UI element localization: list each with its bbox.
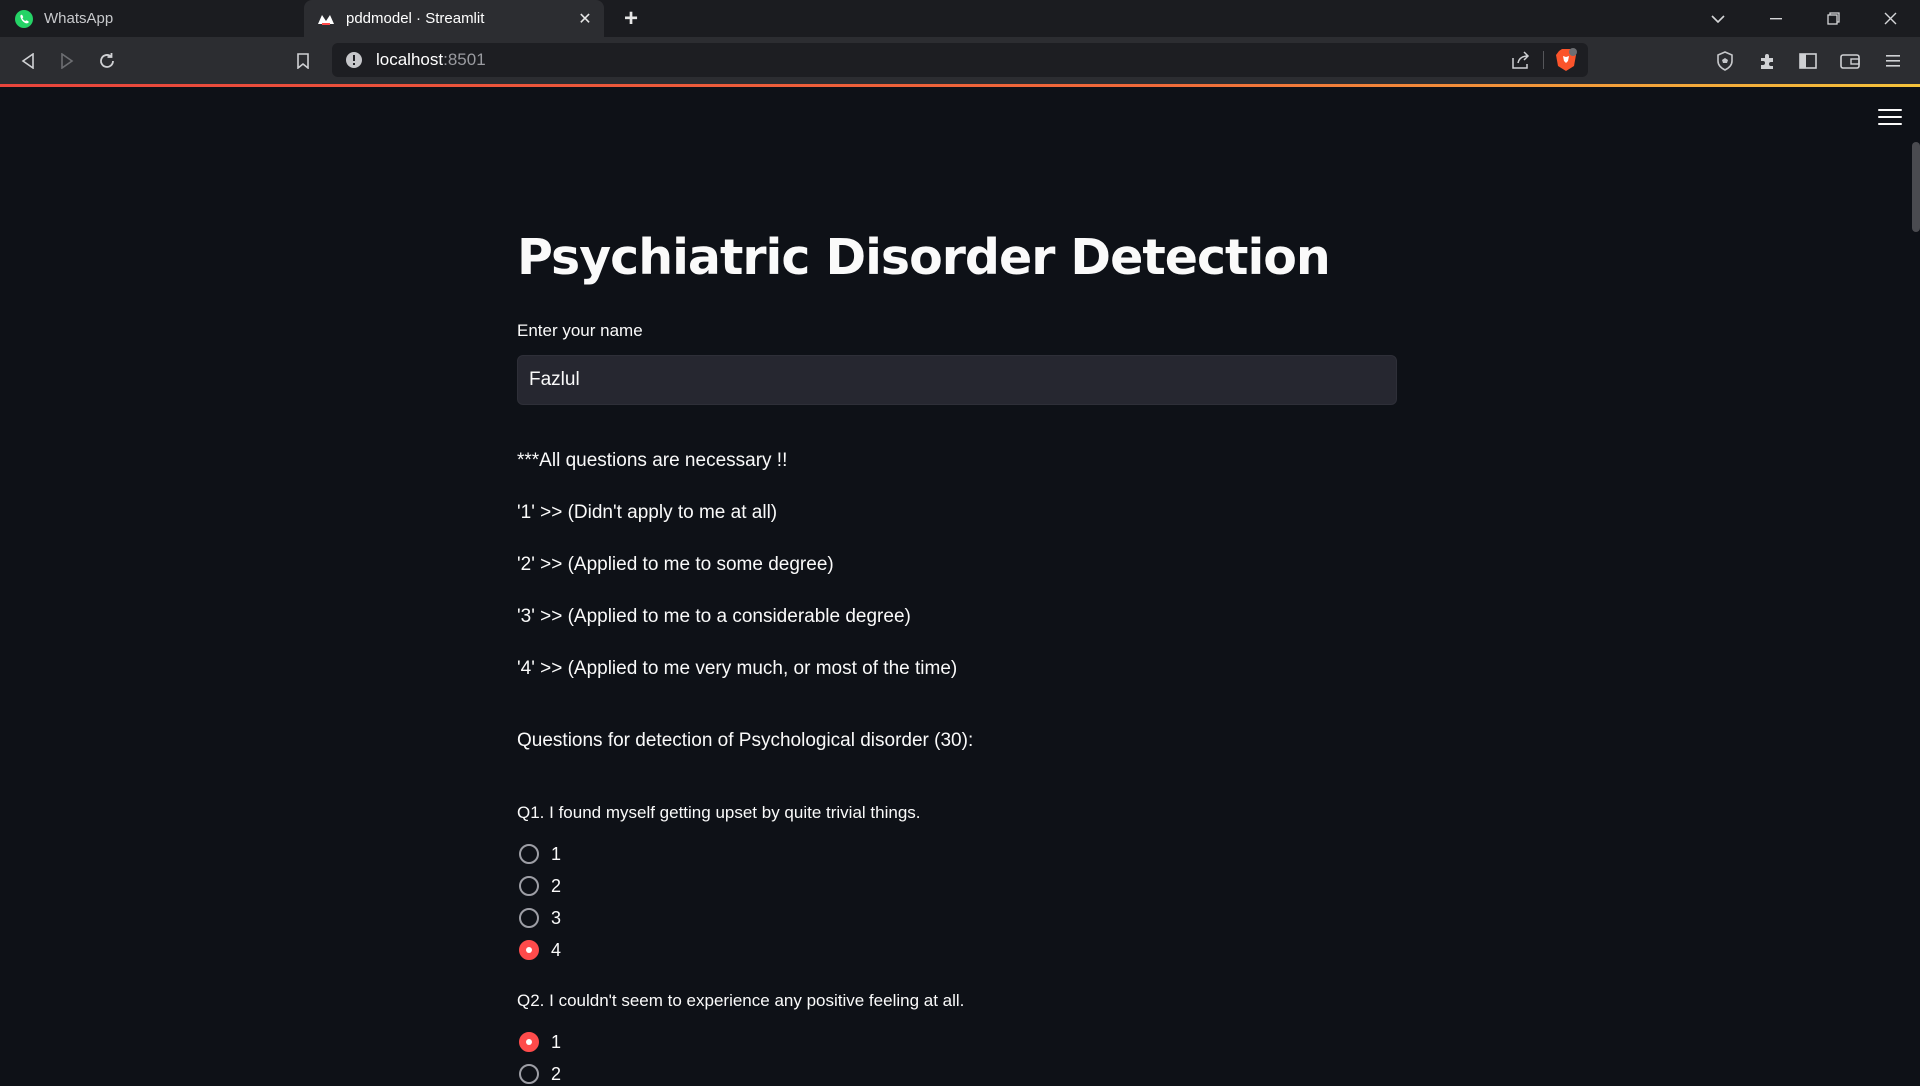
share-icon[interactable] <box>1510 49 1532 71</box>
info-icon[interactable] <box>344 50 364 70</box>
address-bar[interactable]: localhost:8501 <box>332 43 1588 77</box>
scale-note-3: '3' >> (Applied to me to a considerable … <box>517 606 911 627</box>
q1-option-4[interactable]: 4 <box>519 938 561 962</box>
scale-note-2: '2' >> (Applied to me to some degree) <box>517 554 834 575</box>
browser-window: WhatsApp pddmodel · Streamlit ✕ + localh… <box>0 0 1920 1084</box>
sidebar-icon[interactable] <box>1793 46 1823 76</box>
radio-button[interactable] <box>519 908 539 928</box>
question-2: Q2. I couldn't seem to experience any po… <box>517 991 965 1010</box>
minimize-icon[interactable] <box>1748 0 1804 37</box>
tab-whatsapp[interactable]: WhatsApp <box>0 0 300 37</box>
q2-option-2[interactable]: 2 <box>519 1062 561 1086</box>
tab-strip: WhatsApp pddmodel · Streamlit ✕ + <box>0 0 1920 37</box>
whatsapp-icon <box>14 9 34 29</box>
name-input[interactable] <box>517 355 1397 405</box>
q1-option-1[interactable]: 1 <box>519 842 561 866</box>
hamburger-menu-icon[interactable] <box>1878 107 1902 127</box>
option-label: 3 <box>551 907 562 928</box>
scale-note-1: '1' >> (Didn't apply to me at all) <box>517 502 778 523</box>
question-1: Q1. I found myself getting upset by quit… <box>517 803 921 822</box>
url-host: localhost <box>376 50 444 69</box>
forward-icon[interactable] <box>52 46 82 76</box>
tab-title: pddmodel · Streamlit <box>346 10 485 27</box>
option-label: 1 <box>551 843 562 864</box>
restore-icon[interactable] <box>1805 0 1861 37</box>
option-label: 2 <box>551 1063 562 1084</box>
url-port: :8501 <box>443 50 486 69</box>
page-title: Psychiatric Disorder Detection <box>517 229 1331 286</box>
note-required: ***All questions are necessary !! <box>517 450 788 471</box>
option-label: 4 <box>551 939 562 960</box>
back-icon[interactable] <box>13 46 43 76</box>
browser-toolbar: localhost:8501 <box>0 37 1920 84</box>
divider <box>1543 51 1544 69</box>
extensions-icon[interactable] <box>1752 46 1782 76</box>
brave-rewards-icon[interactable] <box>1710 46 1740 76</box>
q2-option-1[interactable]: 1 <box>519 1030 561 1054</box>
q1-option-3[interactable]: 3 <box>519 906 561 930</box>
radio-button[interactable] <box>519 844 539 864</box>
tab-title: WhatsApp <box>44 10 114 27</box>
window-close-icon[interactable] <box>1862 0 1918 37</box>
browser-menu-icon[interactable] <box>1878 46 1908 76</box>
brave-shields-icon[interactable] <box>1554 48 1578 72</box>
radio-button-selected[interactable] <box>519 1032 539 1052</box>
name-label: Enter your name <box>517 321 643 340</box>
scrollbar[interactable] <box>1912 142 1920 232</box>
scale-note-4: '4' >> (Applied to me very much, or most… <box>517 658 958 679</box>
new-tab-button[interactable]: + <box>618 5 644 32</box>
tab-pddmodel[interactable]: pddmodel · Streamlit ✕ <box>304 0 604 37</box>
streamlit-icon <box>316 9 336 29</box>
q1-option-2[interactable]: 2 <box>519 874 561 898</box>
radio-button[interactable] <box>519 1064 539 1084</box>
option-label: 2 <box>551 875 562 896</box>
bookmark-icon[interactable] <box>288 46 318 76</box>
wallet-icon[interactable] <box>1835 46 1865 76</box>
close-icon[interactable]: ✕ <box>574 8 596 30</box>
section-heading: Questions for detection of Psychological… <box>517 730 974 751</box>
option-label: 1 <box>551 1031 562 1052</box>
reload-icon[interactable] <box>92 46 122 76</box>
streamlit-page: Psychiatric Disorder Detection Enter you… <box>0 87 1920 1084</box>
radio-button-selected[interactable] <box>519 940 539 960</box>
radio-button[interactable] <box>519 876 539 896</box>
tab-search-icon[interactable] <box>1690 0 1746 37</box>
